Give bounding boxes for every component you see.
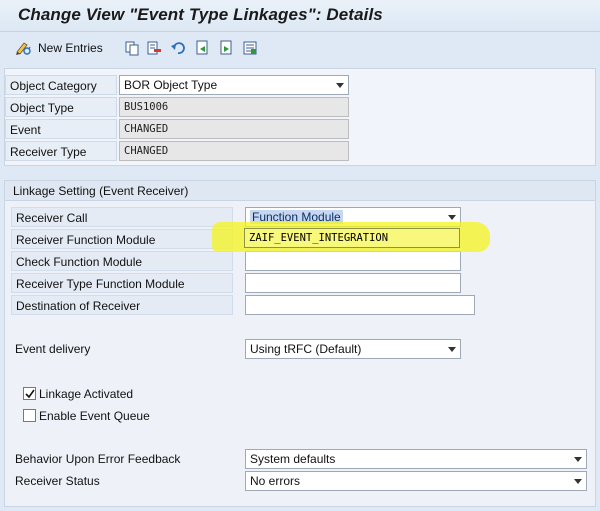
destination-input[interactable] — [245, 295, 475, 315]
next-entry-button[interactable] — [218, 39, 234, 57]
copy-icon — [124, 40, 140, 56]
receiver-type-function-module-input[interactable] — [245, 273, 461, 293]
application-toolbar: New Entries — [0, 33, 600, 63]
object-category-row: Object Category BOR Object Type — [5, 75, 595, 95]
behavior-upon-error-value: System defaults — [250, 452, 336, 466]
select-all-icon — [242, 40, 258, 56]
select-all-button[interactable] — [242, 39, 258, 57]
enable-event-queue-label: Enable Event Queue — [39, 409, 150, 423]
event-delivery-value: Using tRFC (Default) — [250, 342, 362, 356]
destination-label: Destination of Receiver — [11, 295, 233, 315]
receiver-type-function-module-row: Receiver Type Function Module — [5, 273, 595, 293]
receiver-function-module-label: Receiver Function Module — [11, 229, 233, 249]
enable-event-queue-checkbox[interactable] — [23, 409, 36, 422]
object-category-value: BOR Object Type — [124, 78, 218, 92]
receiver-type-function-module-label: Receiver Type Function Module — [11, 273, 233, 293]
receiver-status-row: Receiver Status No errors — [5, 471, 595, 491]
event-delivery-row: Event delivery Using tRFC (Default) — [5, 339, 595, 359]
undo-button[interactable] — [170, 39, 186, 57]
copy-button[interactable] — [124, 39, 140, 57]
receiver-status-value: No errors — [250, 474, 301, 488]
object-type-label: Object Type — [5, 97, 117, 117]
new-entries-button[interactable]: New Entries — [14, 39, 103, 57]
title-bar: Change View "Event Type Linkages": Detai… — [0, 0, 600, 32]
chevron-down-icon — [336, 83, 344, 88]
new-entries-label: New Entries — [38, 41, 103, 55]
check-function-module-input[interactable] — [245, 251, 461, 271]
object-category-label: Object Category — [5, 75, 117, 95]
undo-icon — [170, 40, 186, 56]
event-label: Event — [5, 119, 117, 139]
receiver-call-label: Receiver Call — [11, 207, 233, 227]
edit-toggle-icon — [14, 40, 32, 56]
behavior-upon-error-label: Behavior Upon Error Feedback — [15, 452, 181, 466]
event-delivery-label: Event delivery — [15, 342, 91, 356]
behavior-upon-error-select[interactable]: System defaults — [245, 449, 587, 469]
chevron-down-icon — [574, 479, 582, 484]
destination-row: Destination of Receiver — [5, 295, 595, 315]
page-title: Change View "Event Type Linkages": Detai… — [18, 5, 383, 24]
receiver-type-field: CHANGED — [119, 141, 349, 161]
delete-button[interactable] — [146, 39, 162, 57]
event-field: CHANGED — [119, 119, 349, 139]
linkage-activated-label: Linkage Activated — [39, 387, 134, 401]
next-entry-icon — [218, 40, 234, 56]
receiver-status-select[interactable]: No errors — [245, 471, 587, 491]
chevron-down-icon — [448, 347, 456, 352]
previous-entry-icon — [194, 40, 210, 56]
group-title: Linkage Setting (Event Receiver) — [5, 181, 595, 201]
behavior-upon-error-row: Behavior Upon Error Feedback System defa… — [5, 449, 595, 469]
header-panel: Object Category BOR Object Type Object T… — [4, 68, 596, 166]
chevron-down-icon — [574, 457, 582, 462]
event-delivery-select[interactable]: Using tRFC (Default) — [245, 339, 461, 359]
object-type-row: Object Type BUS1006 — [5, 97, 595, 117]
previous-entry-button[interactable] — [194, 39, 210, 57]
receiver-type-row: Receiver Type CHANGED — [5, 141, 595, 161]
event-row: Event CHANGED — [5, 119, 595, 139]
object-type-field: BUS1006 — [119, 97, 349, 117]
check-function-module-row: Check Function Module — [5, 251, 595, 271]
receiver-type-label: Receiver Type — [5, 141, 117, 161]
delete-icon — [146, 40, 162, 56]
receiver-status-label: Receiver Status — [15, 474, 100, 488]
checkmark-icon — [25, 389, 35, 399]
linkage-activated-checkbox[interactable] — [23, 387, 36, 400]
object-category-select[interactable]: BOR Object Type — [119, 75, 349, 95]
chevron-down-icon — [448, 215, 456, 220]
receiver-function-module-input[interactable]: ZAIF_EVENT_INTEGRATION — [244, 228, 460, 248]
check-function-module-label: Check Function Module — [11, 251, 233, 271]
